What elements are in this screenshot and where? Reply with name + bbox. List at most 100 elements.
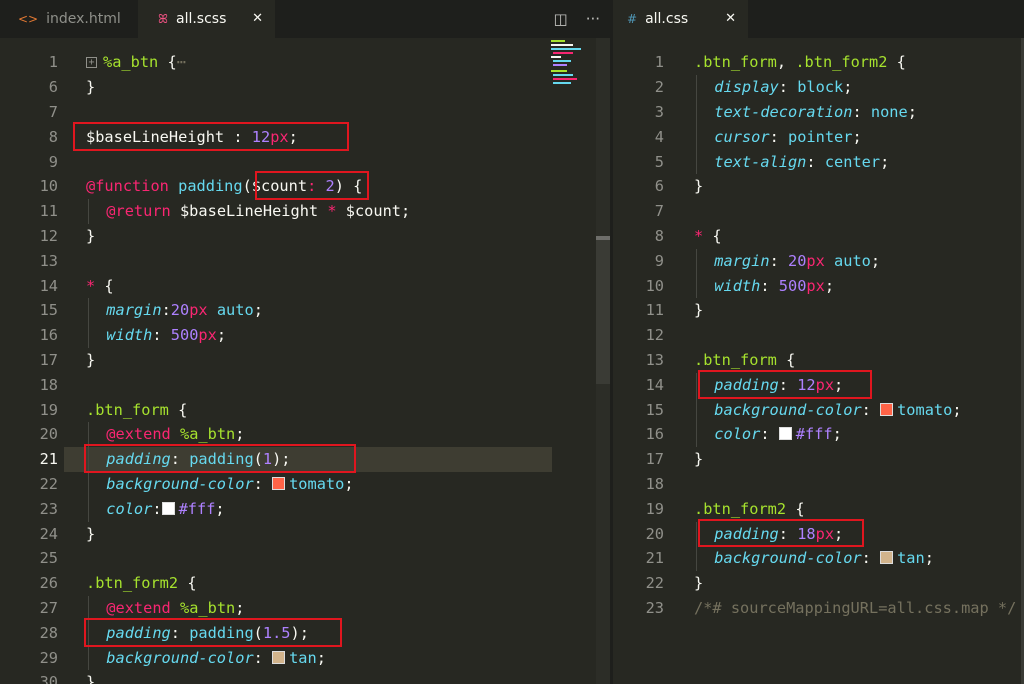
code-editor[interactable]: 1 + %a_btn {⋯ 6} 7 8 $baseLineHeight : 12px; 9 1… (0, 38, 610, 684)
token: } (694, 301, 704, 320)
indent-guide (696, 372, 697, 398)
token: : (161, 301, 171, 320)
code-line[interactable]: 23 color: #fff; (0, 497, 610, 522)
code-line[interactable]: 11 @return $baseLineHeight * $count; (0, 199, 610, 224)
code-line[interactable]: 17} (613, 447, 1024, 472)
code-line[interactable]: 14 * { (0, 274, 610, 299)
code-line[interactable]: 6} (613, 174, 1024, 199)
token: } (694, 574, 704, 593)
code-line[interactable]: 24} (0, 522, 610, 547)
tab-all-css[interactable]: # all.css ✕ (613, 0, 748, 38)
token: : (152, 326, 171, 345)
code-line[interactable]: 15 margin:20px auto; (0, 298, 610, 323)
code-line[interactable]: 5 text-align: center; (613, 150, 1024, 175)
code-line[interactable]: 3 text-decoration: none; (613, 100, 1024, 125)
token: .btn_form2 (795, 53, 888, 72)
code-line[interactable]: 10 width: 500px; (613, 274, 1024, 299)
scrollbar-thumb[interactable] (596, 238, 610, 384)
line-number: 20 (39, 425, 58, 444)
token: ; (316, 648, 326, 667)
code-line[interactable]: 25 (0, 546, 610, 571)
code-line[interactable]: 12 (613, 323, 1024, 348)
tab-all-scss[interactable]: ꕤ all.scss ✕ (138, 0, 275, 38)
annotation-highlight-box (84, 617, 342, 647)
code-line[interactable]: 1 + %a_btn {⋯ (0, 50, 610, 75)
css-editor-pane[interactable]: # all.css ✕ 1 .btn_form, .btn_form2 { 2 dis… (613, 0, 1024, 684)
code-text: .btn_form { (86, 398, 187, 423)
token: : (852, 103, 871, 121)
close-icon[interactable]: ✕ (252, 11, 263, 26)
token: { (776, 351, 796, 369)
color-swatch[interactable] (272, 650, 286, 664)
token: px (806, 251, 825, 270)
line-number: 17 (645, 450, 664, 469)
code-line[interactable]: 30} (0, 670, 610, 684)
indent-guide (88, 298, 89, 324)
color-swatch[interactable] (880, 551, 894, 565)
code-text: .btn_form2 { (86, 571, 197, 596)
code-line[interactable]: 18 (613, 472, 1024, 497)
code-line[interactable]: 16 color: #fff; (613, 422, 1024, 447)
code-line[interactable]: 17} (0, 348, 610, 373)
code-line[interactable]: 22 background-color: tomato; (0, 472, 610, 497)
code-text: display: block; (714, 75, 852, 100)
indent-guide (696, 124, 697, 150)
token: display (714, 78, 779, 97)
token: block (797, 78, 844, 97)
token: { (786, 499, 805, 518)
split-editor-icon[interactable]: ◫ (554, 10, 568, 28)
code-editor[interactable]: 1 .btn_form, .btn_form2 { 2 display: block;… (613, 38, 1024, 684)
code-text: width: 500px; (106, 323, 226, 348)
code-line[interactable]: 15 background-color: tomato; (613, 398, 1024, 423)
color-swatch[interactable] (272, 477, 286, 490)
code-text: color: #fff; (714, 422, 842, 447)
token: background-color (714, 549, 862, 568)
token: @return (106, 202, 171, 221)
code-line[interactable]: 23 /*# sourceMappingURL=all.css.map */ (613, 596, 1024, 621)
close-icon[interactable]: ✕ (725, 11, 736, 26)
vertical-scrollbar[interactable] (596, 38, 610, 684)
token: width (106, 326, 153, 345)
token: } (694, 177, 704, 196)
token: ⋯ (176, 53, 186, 72)
line-number: 2 (654, 78, 664, 97)
color-swatch[interactable] (778, 427, 792, 441)
code-line[interactable]: 26 .btn_form2 { (0, 571, 610, 596)
annotation-highlight-box (84, 444, 356, 473)
line-number: 10 (645, 276, 664, 295)
code-line[interactable]: 18 (0, 373, 610, 398)
minimap[interactable] (549, 38, 589, 98)
annotation-highlight-box (73, 121, 349, 151)
code-line[interactable]: 29 background-color: tan; (0, 646, 610, 671)
code-line[interactable]: 4 cursor: pointer; (613, 125, 1024, 150)
code-line[interactable]: 19 .btn_form { (0, 398, 610, 423)
token: auto (216, 301, 254, 320)
code-line[interactable]: 21 background-color: tan; (613, 546, 1024, 571)
token: @extend (106, 425, 171, 444)
line-number: 22 (39, 475, 58, 493)
code-line[interactable]: 6} (0, 75, 610, 100)
code-line[interactable]: 1 .btn_form, .btn_form2 { (613, 50, 1024, 75)
tab-index-html[interactable]: <> index.html (0, 0, 138, 38)
line-number: 15 (39, 301, 58, 320)
code-line[interactable]: 2 display: block; (613, 75, 1024, 100)
color-swatch[interactable] (880, 402, 894, 416)
code-line[interactable]: 9 margin: 20px auto; (613, 249, 1024, 274)
code-line[interactable]: 11} (613, 298, 1024, 323)
code-line[interactable]: 13 (0, 249, 610, 274)
line-number: 16 (39, 326, 58, 345)
token: * (694, 227, 704, 245)
code-line[interactable]: 7 (613, 199, 1024, 224)
token: ; (870, 251, 881, 270)
scss-editor-pane[interactable]: <> index.html ꕤ all.scss ✕ ◫ ··· 1 + %a_bt… (0, 0, 610, 684)
color-swatch[interactable] (161, 501, 175, 515)
code-line[interactable]: 22} (613, 571, 1024, 596)
code-line[interactable]: 16 width: 500px; (0, 323, 610, 348)
code-line[interactable]: 12} (0, 224, 610, 249)
code-line[interactable]: 8 * { (613, 224, 1024, 249)
token: color (714, 425, 761, 444)
more-actions-icon[interactable]: ··· (586, 10, 600, 28)
fold-toggle-icon[interactable]: + (86, 57, 97, 69)
code-text: } (86, 522, 95, 547)
token: { (168, 400, 188, 419)
